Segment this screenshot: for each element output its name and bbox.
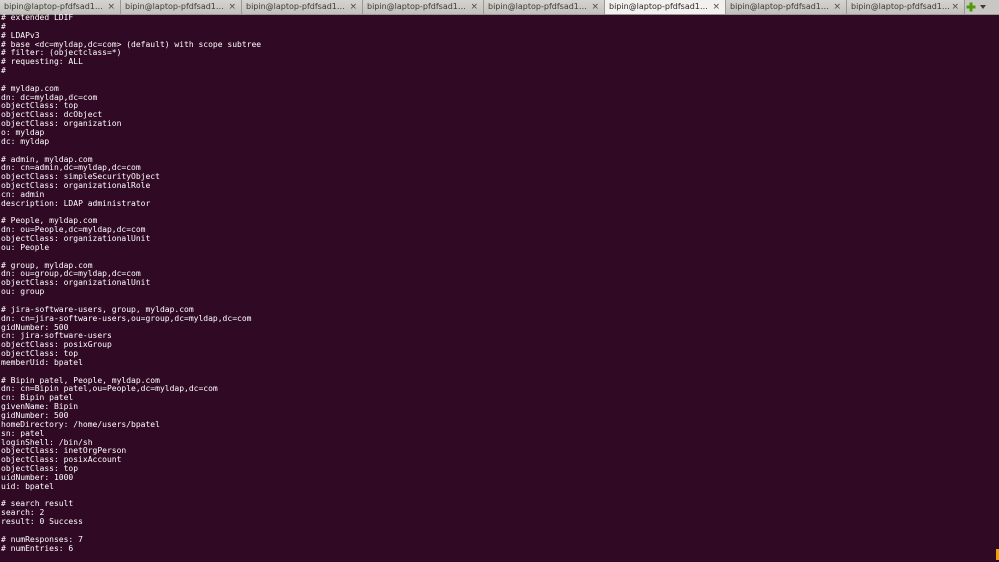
close-icon[interactable]: × [833, 0, 841, 14]
tab-label: bipin@laptop-pfdfsad19n... [367, 2, 467, 11]
terminal-line: gidNumber: 500 [1, 322, 69, 332]
terminal-line: objectClass: top [1, 101, 79, 111]
terminal-line: objectClass: organizationalRole [1, 181, 151, 191]
terminal-line: objectClass: inetOrgPerson [1, 446, 127, 456]
terminal-line: # myldap.com [1, 83, 59, 93]
terminal-line: objectClass: organizationalUnit [1, 234, 151, 244]
terminal-line: objectClass: dcObject [1, 110, 103, 120]
close-icon[interactable]: × [349, 0, 357, 14]
tab-3[interactable]: bipin@laptop-pfdfsad19n... × [242, 0, 363, 14]
terminal-line: sn: patel [1, 428, 45, 438]
close-icon[interactable]: × [712, 0, 720, 14]
terminal-line: search: 2 [1, 508, 45, 518]
terminal-line: objectClass: posixAccount [1, 455, 122, 465]
terminal-line: # requesting: ALL [1, 57, 83, 67]
tab-2[interactable]: bipin@laptop-pfdfsad19n... × [121, 0, 242, 14]
terminal-line: # numResponses: 7 [1, 534, 83, 544]
close-icon[interactable]: × [951, 0, 959, 14]
terminal-line: # group, myldap.com [1, 260, 93, 270]
tab-6-active[interactable]: bipin@laptop-pfdfsad19n... × [605, 0, 726, 14]
terminal-line: # numEntries: 6 [1, 543, 74, 553]
close-icon[interactable]: × [591, 0, 599, 14]
terminal-line: ou: group [1, 287, 45, 297]
tab-bar: bipin@laptop-pfdfsad19n... × bipin@lapto… [0, 0, 999, 15]
terminal-line: dn: dc=myldap,dc=com [1, 92, 98, 102]
terminal-line: objectClass: organization [1, 119, 122, 129]
terminal-line: dn: cn=Bipin patel,ou=People,dc=myldap,d… [1, 384, 218, 394]
terminal-line: description: LDAP administrator [1, 198, 151, 208]
terminal-line: cn: Bipin patel [1, 393, 74, 403]
terminal-line: # search result [1, 499, 74, 509]
terminal-line: # base <dc=myldap,dc=com> (default) with… [1, 39, 262, 49]
tab-label: bipin@laptop-pfdfsad19n... [851, 2, 951, 11]
terminal-line: dc: myldap [1, 136, 50, 146]
menu-icon [980, 5, 986, 9]
terminal-line: objectClass: top [1, 464, 79, 474]
terminal-line: result: 0 Success [1, 517, 83, 527]
terminal-window: bipin@laptop-pfdfsad19n... × bipin@lapto… [0, 0, 999, 562]
terminal-line: # [1, 21, 6, 31]
tab-7[interactable]: bipin@laptop-pfdfsad19n... × [726, 0, 847, 14]
tab-1[interactable]: bipin@laptop-pfdfsad19n... × [0, 0, 121, 14]
new-tab-button[interactable] [965, 0, 977, 14]
terminal-output[interactable]: # extended LDIF # # LDAPv3 # base <dc=mylda… [1, 14, 991, 560]
terminal-line: # extended LDIF [1, 14, 74, 22]
close-icon[interactable]: × [470, 0, 478, 14]
tab-5[interactable]: bipin@laptop-pfdfsad19n... × [484, 0, 605, 14]
terminal-line: objectClass: organizationalUnit [1, 278, 151, 288]
tab-menu-button[interactable] [977, 0, 989, 14]
tab-4[interactable]: bipin@laptop-pfdfsad19n... × [363, 0, 484, 14]
terminal-line: ou: People [1, 242, 50, 252]
close-icon[interactable]: × [107, 0, 115, 14]
terminal-line: uid: bpatel [1, 481, 54, 491]
terminal-line: cn: jira-software-users [1, 331, 112, 341]
terminal-line: uidNumber: 1000 [1, 472, 74, 482]
terminal-line: objectClass: top [1, 349, 79, 359]
plus-icon [966, 2, 976, 12]
terminal-line: homeDirectory: /home/users/bpatel [1, 419, 160, 429]
tab-8[interactable]: bipin@laptop-pfdfsad19n... × [847, 0, 965, 14]
tab-label: bipin@laptop-pfdfsad19n... [125, 2, 225, 11]
tab-label: bipin@laptop-pfdfsad19n... [609, 2, 709, 11]
terminal-line: memberUid: bpatel [1, 357, 83, 367]
close-icon[interactable]: × [228, 0, 236, 14]
terminal-line: # admin, myldap.com [1, 154, 93, 164]
tab-label: bipin@laptop-pfdfsad19n... [246, 2, 346, 11]
terminal-line: # filter: (objectclass=*) [1, 48, 122, 58]
tab-label: bipin@laptop-pfdfsad19n... [730, 2, 830, 11]
terminal-line: # [1, 66, 6, 76]
tab-label: bipin@laptop-pfdfsad19n... [4, 2, 104, 11]
tab-label: bipin@laptop-pfdfsad19n... [488, 2, 588, 11]
terminal-line: # People, myldap.com [1, 216, 98, 226]
terminal-line: o: myldap [1, 127, 45, 137]
terminal-line: loginShell: /bin/sh [1, 437, 93, 447]
terminal-line: objectClass: posixGroup [1, 340, 112, 350]
terminal-line: dn: cn=jira-software-users,ou=group,dc=m… [1, 313, 252, 323]
terminal-line: givenName: Bipin [1, 402, 79, 412]
